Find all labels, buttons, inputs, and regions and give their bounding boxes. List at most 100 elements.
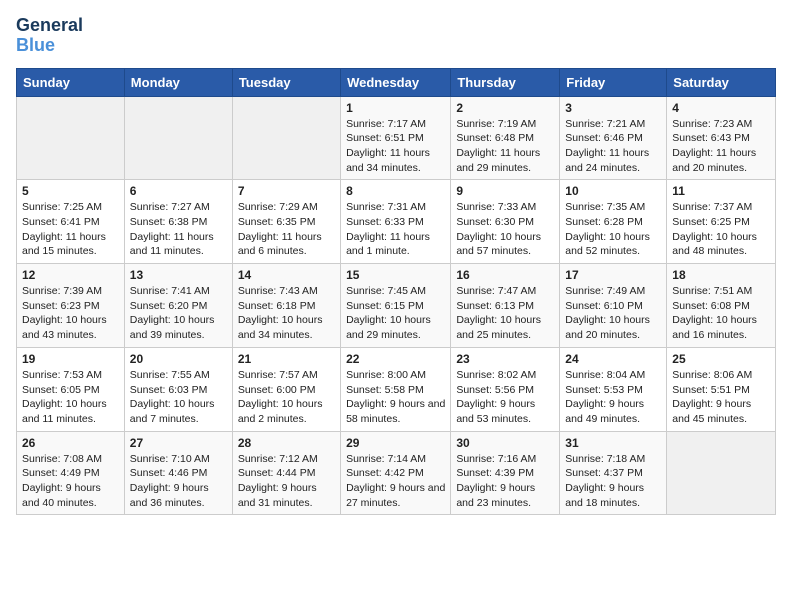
- day-number: 7: [238, 184, 335, 198]
- calendar-cell: 24 Sunrise: 8:04 AM Sunset: 5:53 PM Dayli…: [560, 347, 667, 431]
- calendar-week-3: 12 Sunrise: 7:39 AM Sunset: 6:23 PM Dayli…: [17, 264, 776, 348]
- calendar-week-1: 1Sunrise: 7:17 AM Sunset: 6:51 PM Daylig…: [17, 96, 776, 180]
- day-number: 12: [22, 268, 119, 282]
- day-number: 10: [565, 184, 661, 198]
- cell-content: Sunrise: 7:55 AM Sunset: 6:03 PM Dayligh…: [130, 368, 227, 427]
- cell-content: Sunrise: 7:12 AM Sunset: 4:44 PM Dayligh…: [238, 452, 335, 511]
- cell-content: Sunrise: 7:25 AM Sunset: 6:41 PM Dayligh…: [22, 200, 119, 259]
- calendar-cell: 16 Sunrise: 7:47 AM Sunset: 6:13 PM Dayli…: [451, 264, 560, 348]
- day-number: 28: [238, 436, 335, 450]
- day-number: 15: [346, 268, 445, 282]
- day-number: 18: [672, 268, 770, 282]
- calendar-cell: 7Sunrise: 7:29 AM Sunset: 6:35 PM Daylig…: [232, 180, 340, 264]
- cell-content: Sunrise: 7:47 AM Sunset: 6:13 PM Dayligh…: [456, 284, 554, 343]
- day-number: 22: [346, 352, 445, 366]
- calendar-cell: 30 Sunrise: 7:16 AM Sunset: 4:39 PM Dayli…: [451, 431, 560, 515]
- day-number: 21: [238, 352, 335, 366]
- calendar-cell: 2 Sunrise: 7:19 AM Sunset: 6:48 PM Daylig…: [451, 96, 560, 180]
- cell-content: Sunrise: 7:21 AM Sunset: 6:46 PM Dayligh…: [565, 117, 661, 176]
- cell-content: Sunrise: 7:37 AM Sunset: 6:25 PM Dayligh…: [672, 200, 770, 259]
- calendar-cell: [17, 96, 125, 180]
- cell-content: Sunrise: 8:02 AM Sunset: 5:56 PM Dayligh…: [456, 368, 554, 427]
- cell-content: Sunrise: 7:19 AM Sunset: 6:48 PM Dayligh…: [456, 117, 554, 176]
- day-number: 3: [565, 101, 661, 115]
- cell-content: Sunrise: 8:04 AM Sunset: 5:53 PM Dayligh…: [565, 368, 661, 427]
- day-number: 2: [456, 101, 554, 115]
- day-number: 6: [130, 184, 227, 198]
- column-header-friday: Friday: [560, 68, 667, 96]
- cell-content: Sunrise: 7:53 AM Sunset: 6:05 PM Dayligh…: [22, 368, 119, 427]
- cell-content: Sunrise: 7:43 AM Sunset: 6:18 PM Dayligh…: [238, 284, 335, 343]
- cell-content: Sunrise: 7:14 AM Sunset: 4:42 PM Dayligh…: [346, 452, 445, 511]
- column-header-sunday: Sunday: [17, 68, 125, 96]
- day-number: 31: [565, 436, 661, 450]
- day-number: 13: [130, 268, 227, 282]
- cell-content: Sunrise: 7:18 AM Sunset: 4:37 PM Dayligh…: [565, 452, 661, 511]
- day-number: 24: [565, 352, 661, 366]
- cell-content: Sunrise: 7:35 AM Sunset: 6:28 PM Dayligh…: [565, 200, 661, 259]
- calendar-cell: 9Sunrise: 7:33 AM Sunset: 6:30 PM Daylig…: [451, 180, 560, 264]
- calendar-cell: 28 Sunrise: 7:12 AM Sunset: 4:44 PM Dayli…: [232, 431, 340, 515]
- day-number: 26: [22, 436, 119, 450]
- column-header-monday: Monday: [124, 68, 232, 96]
- calendar-week-5: 26 Sunrise: 7:08 AM Sunset: 4:49 PM Dayli…: [17, 431, 776, 515]
- logo-text: GeneralBlue: [16, 16, 83, 56]
- cell-content: Sunrise: 7:27 AM Sunset: 6:38 PM Dayligh…: [130, 200, 227, 259]
- cell-content: Sunrise: 7:51 AM Sunset: 6:08 PM Dayligh…: [672, 284, 770, 343]
- column-header-saturday: Saturday: [667, 68, 776, 96]
- calendar-cell: [124, 96, 232, 180]
- day-number: 19: [22, 352, 119, 366]
- cell-content: Sunrise: 8:00 AM Sunset: 5:58 PM Dayligh…: [346, 368, 445, 427]
- cell-content: Sunrise: 7:41 AM Sunset: 6:20 PM Dayligh…: [130, 284, 227, 343]
- day-number: 29: [346, 436, 445, 450]
- calendar-cell: 8 Sunrise: 7:31 AM Sunset: 6:33 PM Daylig…: [341, 180, 451, 264]
- calendar-cell: 12 Sunrise: 7:39 AM Sunset: 6:23 PM Dayli…: [17, 264, 125, 348]
- day-number: 17: [565, 268, 661, 282]
- cell-content: Sunrise: 8:06 AM Sunset: 5:51 PM Dayligh…: [672, 368, 770, 427]
- calendar-cell: 29 Sunrise: 7:14 AM Sunset: 4:42 PM Dayli…: [341, 431, 451, 515]
- calendar-table: SundayMondayTuesdayWednesdayThursdayFrid…: [16, 68, 776, 516]
- calendar-cell: 17 Sunrise: 7:49 AM Sunset: 6:10 PM Dayli…: [560, 264, 667, 348]
- calendar-cell: 15Sunrise: 7:45 AM Sunset: 6:15 PM Dayli…: [341, 264, 451, 348]
- calendar-cell: 27 Sunrise: 7:10 AM Sunset: 4:46 PM Dayli…: [124, 431, 232, 515]
- cell-content: Sunrise: 7:57 AM Sunset: 6:00 PM Dayligh…: [238, 368, 335, 427]
- cell-content: Sunrise: 7:16 AM Sunset: 4:39 PM Dayligh…: [456, 452, 554, 511]
- logo: General Blue GeneralBlue: [16, 16, 83, 56]
- calendar-week-4: 19 Sunrise: 7:53 AM Sunset: 6:05 PM Dayli…: [17, 347, 776, 431]
- page-header: General Blue GeneralBlue: [16, 16, 776, 56]
- calendar-cell: 26 Sunrise: 7:08 AM Sunset: 4:49 PM Dayli…: [17, 431, 125, 515]
- day-number: 25: [672, 352, 770, 366]
- day-number: 23: [456, 352, 554, 366]
- day-number: 20: [130, 352, 227, 366]
- day-number: 27: [130, 436, 227, 450]
- cell-content: Sunrise: 7:08 AM Sunset: 4:49 PM Dayligh…: [22, 452, 119, 511]
- calendar-cell: [232, 96, 340, 180]
- calendar-cell: 6 Sunrise: 7:27 AM Sunset: 6:38 PM Daylig…: [124, 180, 232, 264]
- day-number: 14: [238, 268, 335, 282]
- column-header-thursday: Thursday: [451, 68, 560, 96]
- calendar-cell: 20 Sunrise: 7:55 AM Sunset: 6:03 PM Dayli…: [124, 347, 232, 431]
- calendar-cell: 18 Sunrise: 7:51 AM Sunset: 6:08 PM Dayli…: [667, 264, 776, 348]
- day-number: 8: [346, 184, 445, 198]
- calendar-cell: 5 Sunrise: 7:25 AM Sunset: 6:41 PM Daylig…: [17, 180, 125, 264]
- day-number: 16: [456, 268, 554, 282]
- cell-content: Sunrise: 7:39 AM Sunset: 6:23 PM Dayligh…: [22, 284, 119, 343]
- day-number: 30: [456, 436, 554, 450]
- cell-content: Sunrise: 7:10 AM Sunset: 4:46 PM Dayligh…: [130, 452, 227, 511]
- calendar-cell: 23 Sunrise: 8:02 AM Sunset: 5:56 PM Dayli…: [451, 347, 560, 431]
- calendar-cell: 14 Sunrise: 7:43 AM Sunset: 6:18 PM Dayli…: [232, 264, 340, 348]
- calendar-cell: 11 Sunrise: 7:37 AM Sunset: 6:25 PM Dayli…: [667, 180, 776, 264]
- day-number: 4: [672, 101, 770, 115]
- day-number: 11: [672, 184, 770, 198]
- cell-content: Sunrise: 7:33 AM Sunset: 6:30 PM Dayligh…: [456, 200, 554, 259]
- cell-content: Sunrise: 7:23 AM Sunset: 6:43 PM Dayligh…: [672, 117, 770, 176]
- calendar-cell: [667, 431, 776, 515]
- calendar-cell: 1Sunrise: 7:17 AM Sunset: 6:51 PM Daylig…: [341, 96, 451, 180]
- day-number: 5: [22, 184, 119, 198]
- calendar-week-2: 5 Sunrise: 7:25 AM Sunset: 6:41 PM Daylig…: [17, 180, 776, 264]
- calendar-cell: 13 Sunrise: 7:41 AM Sunset: 6:20 PM Dayli…: [124, 264, 232, 348]
- cell-content: Sunrise: 7:31 AM Sunset: 6:33 PM Dayligh…: [346, 200, 445, 259]
- column-header-wednesday: Wednesday: [341, 68, 451, 96]
- cell-content: Sunrise: 7:49 AM Sunset: 6:10 PM Dayligh…: [565, 284, 661, 343]
- calendar-cell: 31 Sunrise: 7:18 AM Sunset: 4:37 PM Dayli…: [560, 431, 667, 515]
